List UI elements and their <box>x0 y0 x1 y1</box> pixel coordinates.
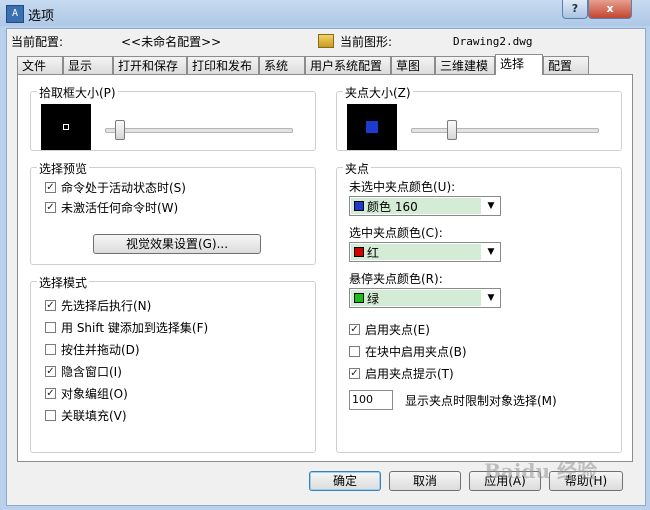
combo-value: 红 <box>367 246 380 260</box>
grip-object-limit-input[interactable]: 100 <box>349 390 393 410</box>
tab-open-save[interactable]: 打开和保存 <box>113 56 187 74</box>
chevron-down-icon[interactable]: ▼ <box>482 243 500 261</box>
selection-preview-title: 选择预览 <box>37 160 90 177</box>
window-title: 选项 <box>28 9 55 24</box>
grip-object-limit-label: 显示夹点时限制对象选择(M) <box>405 394 557 408</box>
hover-grip-color-dropdown[interactable]: 绿 ▼ <box>349 288 501 308</box>
pickbox-preview <box>41 104 91 150</box>
grip-preview <box>347 104 397 150</box>
tab-selection[interactable]: 选择 <box>495 54 543 75</box>
title-bar[interactable]: A 选项 ? x <box>0 0 650 26</box>
color-swatch <box>354 293 364 303</box>
tab-plot-publish[interactable]: 打印和发布 <box>187 56 259 74</box>
checkbox[interactable]: ✓ <box>45 182 56 193</box>
grip-slider-track[interactable] <box>411 128 599 133</box>
checkbox[interactable] <box>45 410 56 421</box>
baidu-watermark: Baidu 经验 <box>484 459 597 483</box>
grip-square-icon <box>366 121 378 133</box>
current-config-label: 当前配置: <box>11 35 64 49</box>
current-drawing-value: Drawing2.dwg <box>453 35 533 48</box>
checkbox[interactable]: ✓ <box>349 324 360 335</box>
current-config-value: <<未命名配置>> <box>121 35 222 49</box>
grip-slider-thumb[interactable] <box>446 120 457 140</box>
selected-grip-color-label: 选中夹点颜色(C): <box>349 226 443 240</box>
grips-title: 夹点 <box>343 160 372 177</box>
selection-modes-title: 选择模式 <box>37 274 90 291</box>
checkbox[interactable]: ✓ <box>349 368 360 379</box>
tab-user-preferences[interactable]: 用户系统配置 <box>305 56 391 74</box>
unselected-grip-color-label: 未选中夹点颜色(U): <box>349 180 456 194</box>
pickbox-size-group: 拾取框大小(P) <box>30 84 316 151</box>
grip-size-title: 夹点大小(Z) <box>343 84 413 101</box>
ok-button[interactable]: 确定 <box>309 471 381 491</box>
checkbox[interactable] <box>45 344 56 355</box>
combo-value: 颜色 160 <box>367 200 418 214</box>
combo-field: 绿 <box>351 290 481 306</box>
checkbox[interactable]: ✓ <box>45 388 56 399</box>
tab-files[interactable]: 文件 <box>17 56 63 74</box>
drawing-file-icon <box>318 34 334 48</box>
color-swatch <box>354 201 364 211</box>
selection-preview-group: 选择预览 ✓ 命令处于活动状态时(S) ✓ 未激活任何命令时(W) 视觉效果设置… <box>30 160 316 265</box>
visual-effect-settings-button[interactable]: 视觉效果设置(G)... <box>93 234 261 254</box>
help-title-button[interactable]: ? <box>562 0 588 19</box>
checkbox[interactable] <box>45 322 56 333</box>
tab-system[interactable]: 系统 <box>259 56 305 74</box>
combo-field: 红 <box>351 244 481 260</box>
combo-field: 颜色 160 <box>351 198 481 214</box>
cancel-button[interactable]: 取消 <box>389 471 461 491</box>
hover-grip-color-label: 悬停夹点颜色(R): <box>349 272 443 286</box>
color-swatch <box>354 247 364 257</box>
checkbox[interactable]: ✓ <box>45 366 56 377</box>
checkbox[interactable]: ✓ <box>45 202 56 213</box>
selected-grip-color-dropdown[interactable]: 红 ▼ <box>349 242 501 262</box>
checkbox[interactable]: ✓ <box>45 300 56 311</box>
dialog-client-area: 当前配置: <<未命名配置>> 当前图形: Drawing2.dwg 文件 显示… <box>6 28 646 506</box>
pickbox-square-icon <box>63 124 69 130</box>
tab-drafting[interactable]: 草图 <box>391 56 435 74</box>
autocad-logo-icon: A <box>6 5 24 23</box>
chevron-down-icon[interactable]: ▼ <box>482 197 500 215</box>
pickbox-slider-track[interactable] <box>105 128 293 133</box>
current-drawing-label: 当前图形: <box>340 35 393 49</box>
combo-value: 绿 <box>367 292 380 306</box>
tab-profiles[interactable]: 配置 <box>543 56 589 74</box>
unselected-grip-color-dropdown[interactable]: 颜色 160 ▼ <box>349 196 501 216</box>
options-dialog: A 选项 ? x 当前配置: <<未命名配置>> 当前图形: Drawing2.… <box>0 0 650 510</box>
pickbox-slider-thumb[interactable] <box>114 120 125 140</box>
tab-display[interactable]: 显示 <box>63 56 113 74</box>
selection-modes-group: 选择模式 ✓ 先选择后执行(N) 用 Shift 键添加到选择集(F) 按住并拖… <box>30 274 316 453</box>
checkbox[interactable] <box>349 346 360 357</box>
close-button[interactable]: x <box>588 0 632 19</box>
chevron-down-icon[interactable]: ▼ <box>482 289 500 307</box>
tab-3d-modeling[interactable]: 三维建模 <box>435 56 495 74</box>
grips-group: 夹点 未选中夹点颜色(U): 颜色 160 ▼ 选中夹点颜色(C): 红 ▼ 悬… <box>336 160 622 453</box>
grip-size-group: 夹点大小(Z) <box>336 84 622 151</box>
pickbox-size-title: 拾取框大小(P) <box>37 84 118 101</box>
selection-tab-panel: 拾取框大小(P) 夹点大小(Z) 选择预览 ✓ 命令处于活动状态时(S) ✓ 未… <box>17 74 633 462</box>
